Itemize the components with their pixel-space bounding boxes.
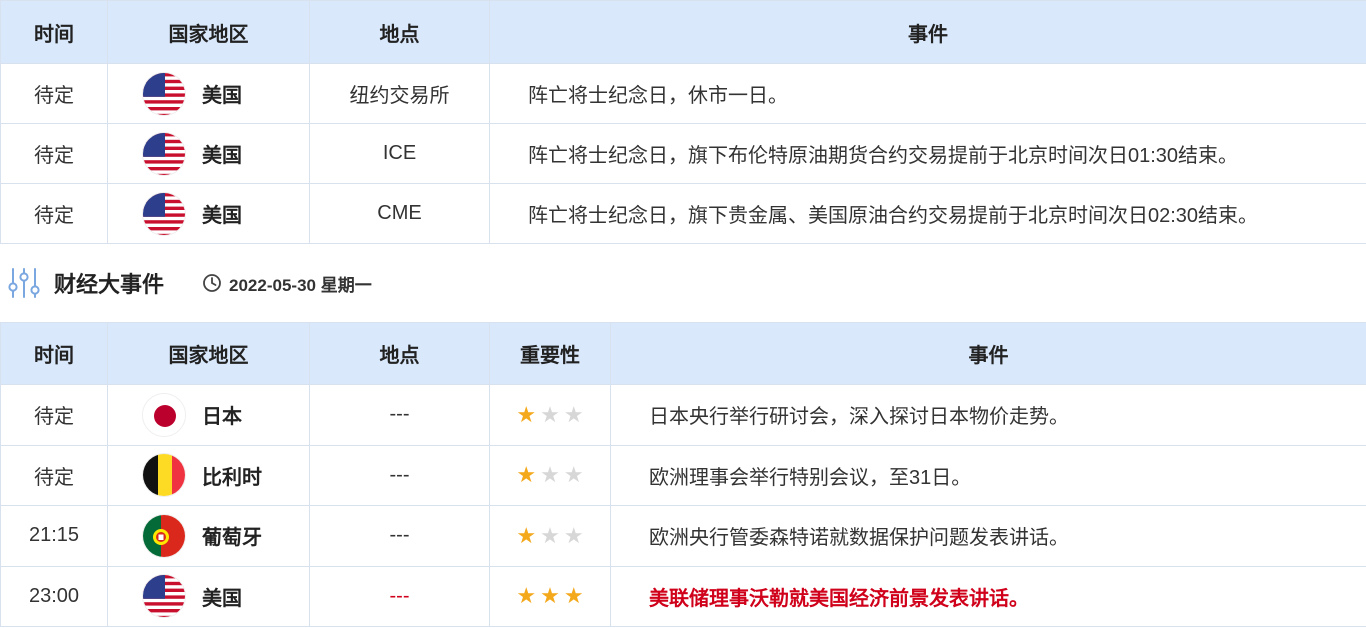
table-row: 待定 美国 纽约交易所 阵亡将士纪念日，休市一日。: [0, 63, 1366, 124]
star-empty-icon: ★: [563, 401, 584, 427]
row-event: 日本央行举行研讨会，深入探讨日本物价走势。: [610, 384, 1366, 446]
belgium-flag-icon: [142, 453, 186, 498]
importance-stars: ★ ★ ★: [490, 522, 610, 548]
japan-flag-icon: [142, 392, 186, 437]
table-row: 待定 美国 CME 阵亡将士纪念日，旗下贵金属、美国原油合约交易提前于北京时间次…: [0, 183, 1366, 244]
table-row: 21:15 葡萄牙 --- ★ ★ ★ 欧洲央行管委森特诺就数据保护问题发表讲话。: [0, 505, 1366, 567]
row-place: ---: [309, 565, 490, 627]
row-time: 待定: [0, 183, 108, 244]
table-header-row: 时间 国家地区 地点 事件: [0, 0, 1366, 64]
star-filled-icon: ★: [540, 583, 560, 609]
country-name: 美国: [202, 205, 242, 227]
row-time: 21:15: [0, 505, 108, 567]
date-display: 2022-05-30 星期一: [202, 271, 372, 296]
portugal-flag-icon: [142, 513, 186, 558]
section-title: 财经大事件: [54, 272, 165, 297]
row-event: 美联储理事沃勒就美国经济前景发表讲话。: [610, 565, 1366, 627]
star-filled-icon: ★: [516, 401, 537, 427]
star-filled-icon: ★: [516, 462, 537, 488]
row-time: 待定: [0, 123, 108, 184]
country-cell: 比利时: [108, 453, 309, 498]
row-place: 纽约交易所: [309, 63, 490, 124]
row-place: CME: [309, 183, 490, 244]
economic-events-table: 时间 国家地区 地点 重要性 事件 待定 日本 --- ★ ★ ★ 日本央行举行研讨…: [0, 322, 1366, 627]
row-time: 23:00: [0, 565, 108, 627]
row-place: ---: [309, 505, 490, 567]
header-importance: 重要性: [489, 322, 611, 385]
row-time: 待定: [0, 63, 108, 124]
row-event: 欧洲央行管委森特诺就数据保护问题发表讲话。: [610, 505, 1366, 567]
row-event: 阵亡将士纪念日，旗下贵金属、美国原油合约交易提前于北京时间次日02:30结束。: [489, 183, 1366, 244]
table-row: 待定 比利时 --- ★ ★ ★ 欧洲理事会举行特别会议，至31日。: [0, 444, 1366, 506]
country-name: 日本: [202, 406, 242, 429]
header-event: 事件: [489, 0, 1366, 64]
country-cell: 美国: [108, 191, 309, 236]
row-time: 待定: [0, 384, 108, 446]
clock-icon: [202, 273, 222, 293]
country-name: 比利时: [202, 466, 262, 489]
importance-stars: ★ ★ ★: [490, 401, 610, 427]
market-holiday-table: 时间 国家地区 地点 事件 待定 美国 纽约交易所 阵亡将士纪念日，休市一日。 …: [0, 0, 1366, 244]
row-time: 待定: [0, 444, 108, 506]
country-name: 美国: [202, 145, 242, 167]
row-event: 欧洲理事会举行特别会议，至31日。: [610, 444, 1366, 506]
star-empty-icon: ★: [540, 401, 560, 427]
header-time: 时间: [0, 322, 108, 385]
sliders-icon: [6, 265, 42, 301]
table-header-row: 时间 国家地区 地点 重要性 事件: [0, 322, 1366, 385]
us-flag-icon: [142, 191, 186, 236]
star-filled-icon: ★: [563, 583, 584, 609]
importance-stars: ★ ★ ★: [490, 585, 610, 607]
header-country: 国家地区: [107, 0, 310, 64]
country-cell: 美国: [108, 71, 309, 116]
star-empty-icon: ★: [540, 522, 560, 548]
row-event: 阵亡将士纪念日，休市一日。: [489, 63, 1366, 124]
row-place: ICE: [309, 123, 490, 184]
table-row: 待定 日本 --- ★ ★ ★ 日本央行举行研讨会，深入探讨日本物价走势。: [0, 384, 1366, 446]
importance-stars: ★ ★ ★: [490, 464, 610, 486]
country-cell: 美国: [108, 574, 309, 619]
country-cell: 日本: [108, 392, 309, 437]
star-filled-icon: ★: [516, 583, 537, 609]
country-name: 美国: [202, 587, 242, 610]
date-text: 2022-05-30 星期一: [229, 275, 372, 295]
star-empty-icon: ★: [563, 522, 584, 548]
header-event: 事件: [610, 322, 1366, 385]
us-flag-icon: [142, 71, 186, 116]
table-row: 23:00 美国 --- ★ ★ ★ 美联储理事沃勒就美国经济前景发表讲话。: [0, 565, 1366, 627]
row-event: 阵亡将士纪念日，旗下布伦特原油期货合约交易提前于北京时间次日01:30结束。: [489, 123, 1366, 184]
header-time: 时间: [0, 0, 108, 64]
us-flag-icon: [142, 574, 186, 619]
star-empty-icon: ★: [540, 462, 560, 488]
header-country: 国家地区: [107, 322, 310, 385]
star-filled-icon: ★: [516, 522, 537, 548]
header-place: 地点: [309, 0, 490, 64]
country-cell: 葡萄牙: [108, 513, 309, 558]
header-place: 地点: [309, 322, 490, 385]
section-header: 财经大事件 2022-05-30 星期一: [0, 244, 1366, 322]
country-cell: 美国: [108, 131, 309, 176]
country-name: 美国: [202, 85, 242, 107]
row-place: ---: [309, 444, 490, 506]
table-row: 待定 美国 ICE 阵亡将士纪念日，旗下布伦特原油期货合约交易提前于北京时间次日…: [0, 123, 1366, 184]
star-empty-icon: ★: [563, 462, 584, 488]
row-place: ---: [309, 384, 490, 446]
us-flag-icon: [142, 131, 186, 176]
country-name: 葡萄牙: [202, 527, 262, 550]
